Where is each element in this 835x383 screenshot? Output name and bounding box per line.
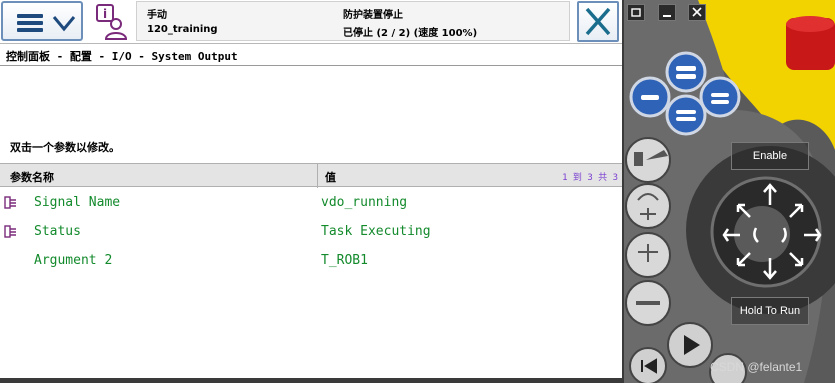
- flexpendant-screen: i 手动 120_training 防护装置停止 已停止 (2 / 2) (速度…: [0, 0, 624, 383]
- column-divider: [317, 164, 318, 188]
- hold-to-run-label[interactable]: Hold To Run: [731, 297, 809, 325]
- param-value: T_ROB1: [321, 253, 368, 268]
- table-row[interactable]: Argument 2 T_ROB1: [0, 245, 622, 274]
- signal-param-icon: [4, 196, 16, 209]
- pendant-body: [624, 0, 835, 383]
- param-value: Task Executing: [321, 224, 431, 239]
- param-value: vdo_running: [321, 195, 408, 210]
- chevron-down-icon: [52, 16, 76, 32]
- restore-window-button[interactable]: [627, 4, 645, 21]
- table-row[interactable]: Status Task Executing: [0, 216, 622, 245]
- close-window-button[interactable]: [688, 4, 707, 21]
- top-bar: i 手动 120_training 防护装置停止 已停止 (2 / 2) (速度…: [0, 0, 622, 44]
- title-bar: 控制面板 - 配置 - I/O - System Output: [0, 44, 622, 66]
- mechanical-unit-key[interactable]: [625, 137, 671, 183]
- toggle-key[interactable]: [625, 280, 671, 326]
- pendant-hardware: Enable Hold To Run: [624, 0, 835, 383]
- signal-param-icon: [4, 225, 16, 238]
- hamburger-icon: [17, 14, 43, 32]
- program-speed: 已停止 (2 / 2) (速度 100%): [343, 28, 478, 39]
- bottom-border: [0, 378, 622, 383]
- controller-state: 防护装置停止: [343, 10, 403, 21]
- main-menu-button[interactable]: [1, 1, 83, 41]
- page-count: 1 到 3 共 3: [562, 173, 618, 183]
- window-controls: [627, 4, 709, 22]
- operating-mode: 手动: [147, 10, 167, 21]
- column-header-name: 参数名称: [10, 171, 54, 184]
- table-header: 参数名称 值 1 到 3 共 3: [0, 163, 622, 188]
- param-name: Signal Name: [34, 195, 121, 210]
- page-title: 控制面板 - 配置 - I/O - System Output: [6, 50, 238, 63]
- increment-key[interactable]: [625, 232, 671, 278]
- table-row[interactable]: Signal Name vdo_running: [0, 187, 622, 216]
- instruction-text: 双击一个参数以修改。: [10, 141, 120, 154]
- system-name: 120_training: [147, 24, 218, 35]
- param-name: Status: [34, 224, 81, 239]
- user-info-icon[interactable]: i: [94, 3, 132, 41]
- close-icon: [692, 7, 702, 17]
- column-header-value: 值: [325, 171, 336, 184]
- status-panel[interactable]: 手动 120_training 防护装置停止 已停止 (2 / 2) (速度 1…: [136, 1, 570, 41]
- restore-icon: [631, 8, 641, 17]
- minimize-icon: [662, 15, 671, 17]
- enable-label[interactable]: Enable: [731, 142, 809, 170]
- parameter-table: 参数名称 值 1 到 3 共 3 Signal Name vdo_running…: [0, 163, 622, 274]
- emergency-stop-button[interactable]: [786, 16, 835, 70]
- close-icon: [585, 7, 611, 36]
- param-name: Argument 2: [34, 253, 113, 268]
- watermark-text: CSDN @felante1: [710, 360, 803, 374]
- close-button[interactable]: [577, 1, 619, 42]
- svg-text:i: i: [103, 7, 107, 21]
- motion-mode-key[interactable]: [625, 183, 671, 229]
- minimize-window-button[interactable]: [657, 4, 676, 21]
